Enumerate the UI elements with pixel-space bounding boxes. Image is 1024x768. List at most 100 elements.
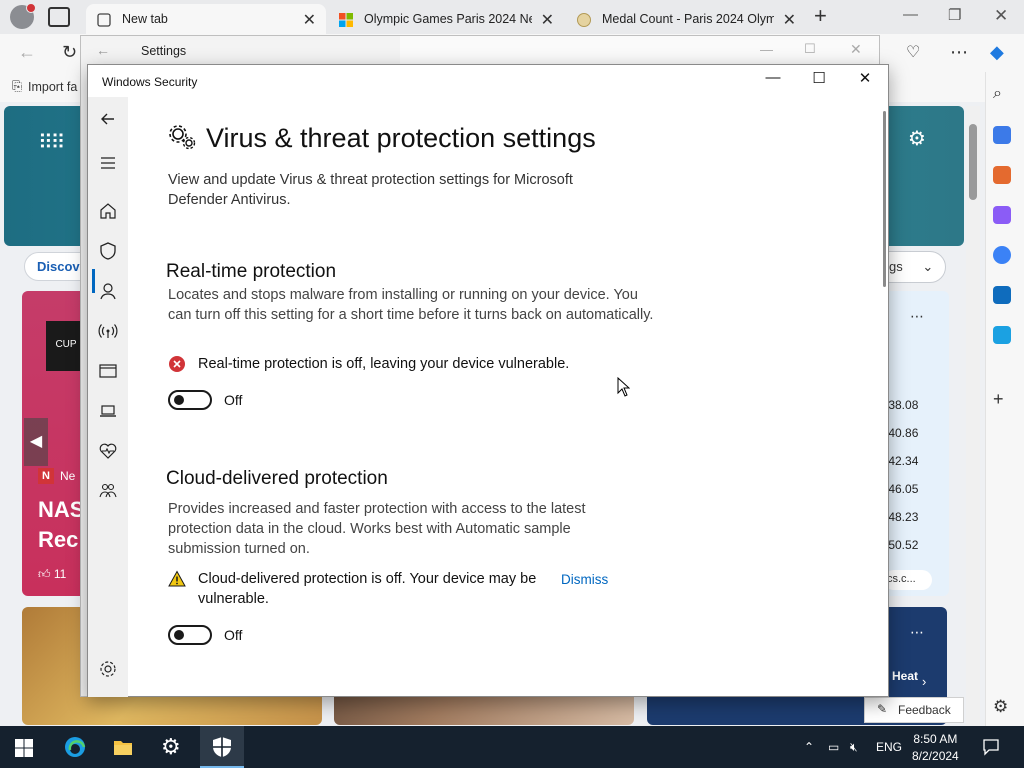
device-security-icon[interactable] bbox=[98, 401, 118, 421]
settings-maximize-icon[interactable]: ☐ bbox=[804, 41, 816, 57]
import-favorites-label: Import fa bbox=[28, 79, 78, 94]
tab-new-tab[interactable]: New tab ✕ bbox=[86, 4, 326, 34]
family-icon[interactable] bbox=[98, 481, 118, 501]
performance-heart-icon[interactable]: ♡ bbox=[906, 42, 920, 62]
tab-olympic-news[interactable]: Olympic Games Paris 2024 News ✕ bbox=[328, 4, 564, 34]
feedback-button[interactable]: ✎ Feedback bbox=[864, 697, 964, 723]
close-tab-icon[interactable]: ✕ bbox=[541, 10, 554, 30]
sidebar-settings-icon[interactable]: ⚙ bbox=[993, 697, 1011, 716]
chevron-down-icon: ⌄ bbox=[922, 259, 934, 274]
settings-close-icon[interactable]: ✕ bbox=[850, 41, 862, 58]
back-icon[interactable] bbox=[98, 109, 118, 129]
outlook-icon[interactable] bbox=[993, 286, 1011, 304]
clock-date: 8/2/2024 bbox=[912, 749, 959, 763]
card-more-icon[interactable]: ⋯ bbox=[910, 308, 924, 325]
cloud-alert-text: Cloud-delivered protection is off. Your … bbox=[198, 571, 537, 607]
cup-logo-text: CUP bbox=[55, 339, 77, 350]
settings-back-icon[interactable]: ← bbox=[96, 42, 110, 58]
ws-nav-rail bbox=[88, 97, 128, 697]
copilot-icon[interactable]: ◆ bbox=[990, 42, 1004, 63]
result-time: :48.23 bbox=[885, 510, 919, 524]
minimize-icon[interactable]: — bbox=[903, 6, 918, 23]
error-icon bbox=[169, 356, 185, 372]
volume-muted-icon[interactable]: 🔇︎ bbox=[850, 740, 858, 755]
apps-grid-icon[interactable]: ⠿⠿ bbox=[38, 130, 65, 155]
realtime-toggle-state: Off bbox=[224, 392, 243, 408]
result-time: :50.52 bbox=[885, 538, 919, 552]
new-tab-plus-icon[interactable]: + bbox=[814, 3, 827, 29]
like-count: 11 bbox=[53, 567, 67, 581]
weather-more-icon[interactable]: ⋯ bbox=[910, 624, 924, 641]
windows-security-window: Windows Security — ☐ ✕ Virus & threat pr… bbox=[87, 64, 889, 697]
heat-label: Heat bbox=[892, 669, 919, 683]
tab-actions-icon[interactable] bbox=[48, 7, 70, 27]
show-hidden-icons-icon[interactable]: ⌃ bbox=[804, 740, 814, 754]
feedback-icon: ✎ bbox=[877, 702, 888, 716]
network-icon[interactable]: ▭ bbox=[828, 740, 839, 754]
ws-close-icon[interactable]: ✕ bbox=[842, 69, 888, 87]
ws-minimize-icon[interactable]: — bbox=[750, 69, 796, 86]
import-favorites-item[interactable]: ⎘ Import fa bbox=[12, 79, 77, 94]
source-link[interactable]: cs.c... bbox=[884, 570, 932, 590]
windows-security-taskbar-icon[interactable] bbox=[211, 736, 233, 758]
close-tab-icon[interactable]: ✕ bbox=[783, 10, 796, 30]
close-icon[interactable]: ✕ bbox=[994, 6, 1008, 26]
menu-icon[interactable] bbox=[98, 153, 118, 173]
mouse-cursor-icon bbox=[617, 377, 630, 397]
microsoft365-icon[interactable] bbox=[993, 246, 1011, 264]
back-icon[interactable]: ← bbox=[18, 42, 36, 63]
add-sidebar-icon[interactable]: + bbox=[993, 389, 1011, 409]
start-windows-icon[interactable] bbox=[14, 738, 34, 758]
notifications-icon[interactable] bbox=[982, 738, 1000, 756]
shield-icon[interactable] bbox=[98, 241, 118, 261]
result-time: :40.86 bbox=[885, 426, 919, 440]
cloud-toggle-state: Off bbox=[224, 627, 243, 643]
app-browser-icon[interactable] bbox=[98, 361, 118, 381]
drop-icon[interactable] bbox=[993, 326, 1011, 344]
microsoft-logo-icon bbox=[339, 13, 353, 27]
settings-minimize-icon[interactable]: — bbox=[760, 42, 773, 57]
feedback-label: Feedback bbox=[898, 703, 951, 717]
games-icon[interactable] bbox=[993, 206, 1011, 224]
scrollbar-thumb[interactable] bbox=[969, 124, 977, 200]
close-tab-icon[interactable]: ✕ bbox=[303, 10, 316, 30]
home-icon[interactable] bbox=[98, 201, 118, 221]
tab-title: Medal Count - Paris 2024 Olymp bbox=[602, 12, 774, 26]
realtime-protection-toggle[interactable] bbox=[168, 390, 212, 410]
cloud-protection-toggle[interactable] bbox=[168, 625, 212, 645]
edge-taskbar-icon[interactable] bbox=[64, 736, 86, 758]
shopping-icon[interactable] bbox=[993, 126, 1011, 144]
page-scrollbar[interactable] bbox=[966, 106, 980, 726]
account-icon[interactable] bbox=[98, 281, 118, 301]
result-time: :46.05 bbox=[885, 482, 919, 496]
taskbar bbox=[0, 726, 1024, 768]
settings-taskbar-icon[interactable]: ⚙ bbox=[161, 736, 183, 758]
taskbar-clock[interactable]: 8:50 AM 8/2/2024 bbox=[912, 731, 959, 765]
firewall-icon[interactable] bbox=[98, 321, 118, 341]
file-explorer-icon[interactable] bbox=[112, 736, 134, 758]
language-indicator[interactable]: ENG bbox=[876, 740, 902, 754]
page-settings-icon[interactable]: ⚙ bbox=[908, 126, 926, 151]
settings-icon[interactable] bbox=[98, 659, 118, 679]
refresh-icon[interactable]: ↻ bbox=[62, 42, 77, 63]
warning-icon bbox=[168, 570, 186, 587]
source-name: Ne bbox=[60, 469, 76, 483]
profile-avatar[interactable] bbox=[10, 3, 36, 29]
chevron-right-icon[interactable]: › bbox=[922, 674, 926, 689]
page-title: Virus & threat protection settings bbox=[206, 123, 596, 153]
ws-scrollbar[interactable] bbox=[883, 111, 886, 287]
feed-settings-label: gs bbox=[889, 259, 903, 274]
search-icon[interactable]: ⌕ bbox=[993, 85, 1011, 103]
ws-maximize-icon[interactable]: ☐ bbox=[796, 69, 842, 87]
realtime-protection-alert: Real-time protection is off, leaving you… bbox=[168, 354, 618, 374]
tab-medal-count[interactable]: Medal Count - Paris 2024 Olymp ✕ bbox=[566, 4, 806, 34]
health-icon[interactable] bbox=[98, 441, 118, 461]
dismiss-link[interactable]: Dismiss bbox=[561, 570, 608, 590]
thumbs-up-icon[interactable]: 👍︎ bbox=[38, 567, 51, 581]
carousel-prev-button[interactable]: ◀ bbox=[24, 418, 48, 466]
restore-icon[interactable]: ❐ bbox=[948, 6, 961, 24]
nav-active-indicator bbox=[92, 269, 95, 293]
realtime-protection-heading: Real-time protection bbox=[166, 261, 337, 282]
more-options-icon[interactable]: ⋯ bbox=[950, 42, 968, 63]
tools-icon[interactable] bbox=[993, 166, 1011, 184]
